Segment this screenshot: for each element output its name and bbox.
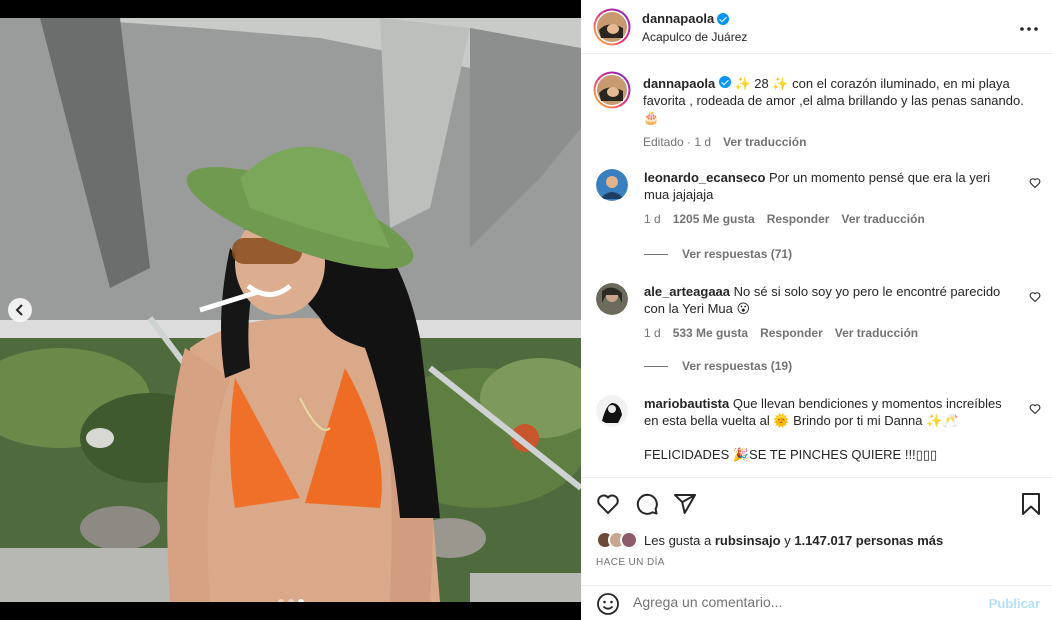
comment-likes[interactable]: 1205 Me gusta	[673, 211, 755, 228]
comment-meta: 1 d 533 Me gusta Responder Ver traducció…	[644, 325, 1014, 342]
caption-time: 1 d	[694, 135, 712, 149]
carousel-dots	[0, 599, 581, 602]
more-options-button[interactable]	[1020, 18, 1038, 36]
caption-meta-time: Editado · 1 d	[643, 135, 712, 149]
caption-username[interactable]: dannapaola	[643, 76, 715, 91]
bookmark-icon	[1022, 493, 1040, 515]
verified-icon	[718, 76, 731, 88]
more-icon	[1020, 27, 1038, 31]
translate-link[interactable]: Ver traducción	[841, 211, 924, 228]
comment-username[interactable]: mariobautista	[644, 396, 729, 411]
avatar-image	[596, 395, 628, 427]
carousel-dot	[277, 599, 284, 602]
like-button[interactable]	[596, 492, 620, 519]
like-comment-button[interactable]	[1029, 403, 1041, 418]
save-button[interactable]	[1021, 492, 1041, 519]
previous-photo-button[interactable]	[8, 298, 32, 322]
likes-avatars[interactable]	[596, 531, 638, 549]
carousel-dot-active	[297, 599, 304, 602]
comment-icon	[636, 493, 658, 515]
caption-translate-link[interactable]: Ver traducción	[723, 134, 806, 151]
comment-body: leonardo_ecanseco Por un momento pensé q…	[644, 169, 1014, 228]
edited-label: Editado	[643, 135, 684, 149]
share-icon	[674, 494, 696, 514]
comment-time[interactable]: 1 d	[644, 325, 661, 342]
reply-button[interactable]: Responder	[760, 325, 823, 342]
post-header: dannapaola Acapulco de Juárez	[581, 0, 1052, 54]
view-replies-button[interactable]: Ver respuestas (71)	[644, 247, 792, 261]
share-button[interactable]	[673, 492, 697, 519]
comment-text-line2: FELICIDADES 🎉SE TE PINCHES QUIERE !!!▯▯▯	[644, 447, 938, 462]
like-comment-button[interactable]	[1029, 291, 1041, 306]
post-photo[interactable]	[0, 18, 581, 602]
emoji-button[interactable]	[596, 592, 620, 619]
caption-body: dannapaola ✨ 28 ✨ con el corazón ilumina…	[643, 75, 1043, 151]
post-timestamp[interactable]: HACE UN DÍA	[596, 557, 665, 568]
heart-icon	[1029, 404, 1041, 415]
avatar-image	[596, 283, 628, 315]
caption-avatar[interactable]	[593, 71, 631, 112]
add-comment-bar: Publicar	[581, 585, 1052, 620]
caption-meta: Editado · 1 d Ver traducción	[643, 134, 1043, 151]
photo-illustration	[0, 18, 581, 602]
view-replies-label: Ver respuestas (19)	[682, 359, 793, 373]
photo-pane	[0, 0, 581, 620]
avatar-image	[593, 71, 631, 109]
carousel-dot	[287, 599, 294, 602]
replies-divider	[644, 253, 668, 255]
comment-avatar[interactable]	[596, 283, 628, 315]
liker-avatar	[620, 531, 638, 549]
replies-divider	[644, 365, 668, 367]
avatar-image	[596, 169, 628, 201]
post-details-panel: dannapaola Acapulco de Juárez dannapaola…	[581, 0, 1052, 620]
view-replies-label: Ver respuestas (71)	[682, 247, 793, 261]
comment-avatar[interactable]	[596, 169, 628, 201]
comment-username[interactable]: leonardo_ecanseco	[644, 170, 765, 185]
comment-body: mariobautista Que llevan bendiciones y m…	[644, 395, 1014, 463]
reply-button[interactable]: Responder	[767, 211, 830, 228]
post-actions: Les gusta a rubsinsajo y 1.147.017 perso…	[581, 477, 1052, 572]
heart-icon	[1029, 178, 1041, 189]
post-location[interactable]: Acapulco de Juárez	[642, 30, 747, 44]
comment-likes[interactable]: 533 Me gusta	[673, 325, 748, 342]
heart-icon	[597, 494, 619, 515]
verified-icon	[717, 12, 730, 25]
like-comment-button[interactable]	[1029, 177, 1041, 192]
author-username[interactable]: dannapaola	[642, 11, 714, 26]
chevron-left-icon	[15, 304, 23, 316]
likes-others[interactable]: 1.147.017 personas más	[794, 533, 943, 548]
likes-summary: Les gusta a rubsinsajo y 1.147.017 perso…	[596, 531, 943, 549]
post-comment-button[interactable]: Publicar	[989, 596, 1040, 611]
comment-body: ale_arteagaaa No sé si solo soy yo pero …	[644, 283, 1014, 342]
translate-link[interactable]: Ver traducción	[835, 325, 918, 342]
comment-meta: 1 d 1205 Me gusta Responder Ver traducci…	[644, 211, 1014, 228]
likes-connector: y	[784, 532, 791, 548]
comment-button[interactable]	[635, 492, 659, 519]
author-avatar[interactable]	[593, 8, 631, 49]
heart-icon	[1029, 292, 1041, 303]
view-replies-button[interactable]: Ver respuestas (19)	[644, 359, 792, 373]
comment-input[interactable]	[633, 594, 973, 610]
emoji-icon	[597, 593, 619, 615]
avatar-image	[593, 8, 631, 46]
comment-username[interactable]: ale_arteagaaa	[644, 284, 730, 299]
comment-avatar[interactable]	[596, 395, 628, 427]
comments-list[interactable]: dannapaola ✨ 28 ✨ con el corazón ilumina…	[581, 55, 1052, 475]
likes-user[interactable]: rubsinsajo	[715, 533, 781, 548]
likes-prefix: Les gusta a	[644, 532, 712, 548]
comment-time[interactable]: 1 d	[644, 211, 661, 228]
author-name-line: dannapaola	[642, 11, 730, 26]
